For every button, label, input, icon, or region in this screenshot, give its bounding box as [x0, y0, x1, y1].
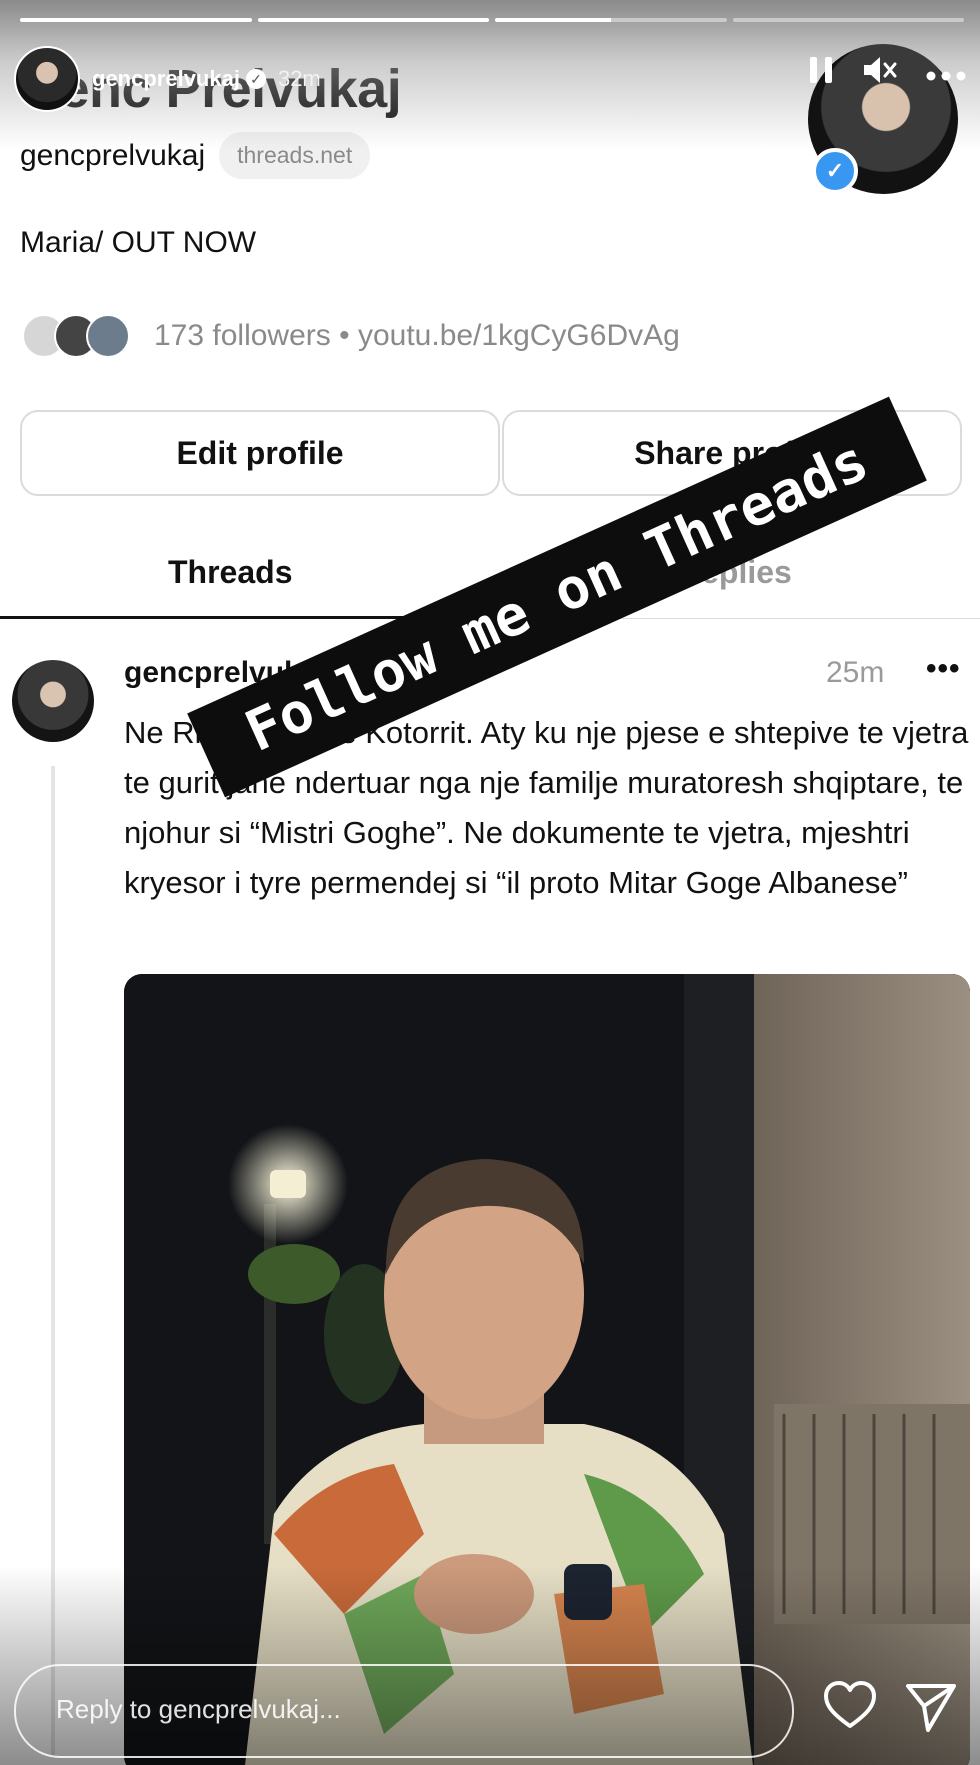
post-photo[interactable] — [124, 974, 970, 1765]
story-progress-fill — [495, 18, 611, 22]
post-more-icon[interactable]: ••• — [926, 652, 961, 686]
send-icon[interactable] — [900, 1676, 960, 1736]
story-progress-segment — [20, 18, 252, 22]
followers-count[interactable]: 173 followers — [154, 319, 331, 352]
verified-badge-icon: ✓ — [812, 148, 858, 194]
post-timestamp: 25m — [826, 656, 885, 689]
story-progress — [20, 18, 964, 22]
story-progress-segment — [495, 18, 727, 22]
story-progress-fill — [257, 18, 489, 22]
story-header: gencprelvukaj ✓ 32m — [14, 44, 966, 114]
profile-bio: Maria/ OUT NOW — [20, 226, 257, 259]
story-username[interactable]: gencprelvukaj — [92, 66, 240, 92]
story-controls — [808, 54, 966, 92]
reply-input[interactable]: Reply to gencprelvukaj... — [14, 1664, 794, 1758]
verified-icon: ✓ — [245, 69, 266, 89]
story-progress-segment — [732, 18, 964, 22]
domain-pill[interactable]: threads.net — [219, 132, 371, 179]
muted-speaker-icon[interactable] — [862, 54, 898, 92]
profile-handle: gencprelvukaj — [20, 138, 206, 172]
followers-info[interactable]: 173 followers • youtu.be/1kgCyG6DvAg — [154, 319, 680, 353]
profile-link[interactable]: youtu.be/1kgCyG6DvAg — [358, 319, 680, 352]
reply-placeholder: Reply to gencprelvukaj... — [56, 1694, 341, 1724]
pause-icon[interactable] — [808, 55, 834, 91]
followers-row[interactable]: 173 followers • youtu.be/1kgCyG6DvAg — [22, 314, 680, 358]
story-progress-segment — [257, 18, 489, 22]
story-avatar[interactable] — [14, 46, 80, 112]
handle-row: gencprelvukaj threads.net — [20, 132, 371, 179]
story-time: 32m — [277, 66, 321, 91]
follower-avatar — [86, 314, 130, 358]
post-photo-image — [124, 974, 970, 1765]
separator-dot: • — [339, 319, 350, 352]
story-frame: Genc Prelvukaj ✓ gencprelvukaj threads.n… — [0, 0, 980, 1765]
edit-profile-button[interactable]: Edit profile — [20, 410, 500, 496]
tab-threads[interactable]: Threads — [168, 554, 292, 591]
post-avatar[interactable] — [12, 660, 94, 742]
story-progress-fill — [20, 18, 252, 22]
thread-line — [51, 766, 55, 1756]
more-options-icon[interactable] — [926, 58, 966, 88]
heart-icon[interactable] — [820, 1676, 880, 1736]
